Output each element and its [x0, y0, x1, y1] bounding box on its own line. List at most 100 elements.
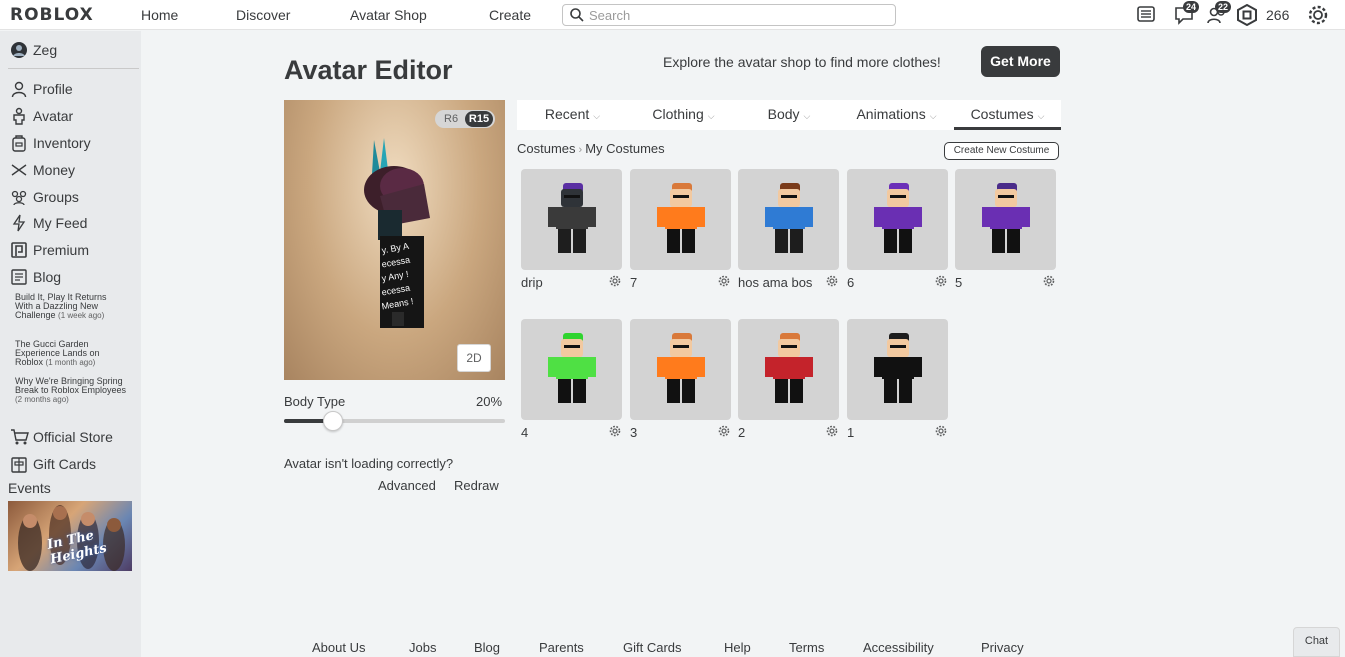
tab-label: Clothing [652, 106, 704, 122]
footer-privacy[interactable]: Privacy [981, 640, 1024, 655]
footer-help[interactable]: Help [724, 640, 751, 655]
footer-terms[interactable]: Terms [789, 640, 824, 655]
avatar-loading-help: Avatar isn't loading correctly? [284, 456, 454, 471]
chat-button[interactable]: Chat [1293, 627, 1340, 657]
sidebar-item-label: Avatar [33, 108, 74, 124]
redraw-link[interactable]: Redraw [454, 478, 499, 493]
costume-avatar-render [874, 183, 922, 253]
profile-icon [11, 81, 27, 98]
costume-settings-gear-icon[interactable] [718, 424, 730, 442]
blog-post-age: (2 months ago) [15, 395, 69, 404]
costume-settings-gear-icon[interactable] [609, 274, 621, 292]
costume-thumbnail[interactable] [630, 319, 731, 420]
blog-post-link[interactable]: Why We're Bringing Spring Break to Roblo… [15, 376, 127, 405]
groups-icon [11, 190, 27, 206]
blog-post-title: Why We're Bringing Spring Break to Roblo… [15, 376, 127, 395]
search-input[interactable] [589, 7, 889, 23]
tab-costumes[interactable]: Costumes ⌵ [954, 100, 1061, 130]
costume-name[interactable]: 2 [738, 424, 823, 441]
category-tabs: Recent ⌵ Clothing ⌵ Body ⌵ Animations ⌵ Cost… [517, 100, 1061, 130]
roblox-logo[interactable]: ROBLOX [10, 5, 94, 25]
costume-thumbnail[interactable] [738, 319, 839, 420]
costume-name[interactable]: 7 [630, 274, 715, 291]
sidebar-item-label: Premium [33, 242, 90, 258]
costume-thumbnail[interactable] [630, 169, 731, 270]
blog-post-age: (1 week ago) [58, 311, 105, 320]
costume-settings-gear-icon[interactable] [1043, 274, 1055, 292]
blog-post-age: (1 month ago) [45, 358, 96, 367]
breadcrumb: Costumes › My Costumes [517, 141, 665, 156]
costume-name[interactable]: hos ama bos [738, 274, 823, 291]
chevron-down-icon: ⌵ [803, 111, 811, 121]
advanced-link[interactable]: Advanced [378, 478, 436, 493]
username[interactable]: Zeg [33, 42, 57, 58]
costume-name[interactable]: 6 [847, 274, 932, 291]
settings-gear-icon[interactable] [1307, 4, 1329, 31]
costume-settings-gear-icon[interactable] [935, 424, 947, 442]
footer-blog[interactable]: Blog [474, 640, 500, 655]
chevron-down-icon: ⌵ [929, 111, 937, 121]
tab-recent[interactable]: Recent ⌵ [517, 100, 628, 130]
footer-accessibility[interactable]: Accessibility [863, 640, 934, 655]
search-icon [569, 7, 585, 28]
tab-body[interactable]: Body ⌵ [739, 100, 839, 130]
notifications-icon[interactable] [1136, 4, 1156, 29]
costume-name[interactable]: drip [521, 274, 606, 291]
rig-r15-option[interactable]: R15 [465, 111, 493, 127]
footer-about-us[interactable]: About Us [312, 640, 365, 655]
costume-thumbnail[interactable] [847, 169, 948, 270]
costume-thumbnail[interactable] [521, 169, 622, 270]
costume-name[interactable]: 4 [521, 424, 606, 441]
costume-settings-gear-icon[interactable] [609, 424, 621, 442]
costume-thumbnail[interactable] [847, 319, 948, 420]
robux-icon[interactable] [1237, 3, 1257, 31]
costume-avatar-render [548, 333, 596, 403]
costume-thumbnail[interactable] [955, 169, 1056, 270]
footer-gift-cards[interactable]: Gift Cards [623, 640, 682, 655]
costume-avatar-render [765, 183, 813, 253]
friends-icon[interactable]: 22 [1206, 1, 1232, 31]
costume-name[interactable]: 5 [955, 274, 1040, 291]
costume-settings-gear-icon[interactable] [826, 424, 838, 442]
robux-balance[interactable]: 266 [1266, 7, 1289, 23]
nav-home[interactable]: Home [141, 7, 178, 23]
footer-parents[interactable]: Parents [539, 640, 584, 655]
costume-avatar-render [657, 183, 705, 253]
nav-avatar-shop[interactable]: Avatar Shop [350, 7, 427, 23]
costume-thumbnail[interactable] [738, 169, 839, 270]
tab-animations[interactable]: Animations ⌵ [839, 100, 954, 130]
nav-create[interactable]: Create [489, 7, 531, 23]
sidebar-item-label: Profile [33, 81, 73, 97]
slider-thumb[interactable] [323, 411, 344, 431]
get-more-button[interactable]: Get More [981, 46, 1060, 77]
costume-name[interactable]: 3 [630, 424, 715, 441]
chevron-right-icon: › [578, 144, 583, 156]
costume-settings-gear-icon[interactable] [718, 274, 730, 292]
blog-icon [11, 269, 27, 285]
create-costume-button[interactable]: Create New Costume [944, 142, 1059, 160]
footer-jobs[interactable]: Jobs [409, 640, 436, 655]
costume-settings-gear-icon[interactable] [826, 274, 838, 292]
tab-clothing[interactable]: Clothing ⌵ [628, 100, 739, 130]
tab-label: Animations [856, 106, 926, 122]
rig-type-toggle[interactable]: R6 R15 [435, 110, 495, 128]
tab-label: Costumes [970, 106, 1034, 122]
sidebar-user[interactable]: Zeg [10, 41, 57, 62]
breadcrumb-root[interactable]: Costumes [517, 141, 576, 156]
costume-thumbnail[interactable] [521, 319, 622, 420]
blog-post-link[interactable]: Build It, Play It Returns With a Dazzlin… [15, 293, 127, 321]
blog-post-link[interactable]: The Gucci Garden Experience Lands on Rob… [15, 340, 127, 368]
search-box[interactable] [562, 4, 896, 26]
rig-r6-option[interactable]: R6 [444, 113, 458, 125]
toggle-2d-button[interactable]: 2D [457, 344, 491, 372]
avatar-icon [13, 107, 25, 125]
costume-name[interactable]: 1 [847, 424, 932, 441]
sidebar-item-label: Money [33, 162, 76, 178]
messages-icon[interactable]: 24 [1174, 1, 1200, 31]
body-type-slider[interactable] [284, 411, 505, 431]
costume-settings-gear-icon[interactable] [935, 274, 947, 292]
avatar-3d-render: y. By A ecessa y Any ! ecessa Means ! [364, 138, 430, 328]
avatar-preview[interactable]: y. By A ecessa y Any ! ecessa Means ! R6… [284, 100, 505, 380]
event-banner[interactable]: In The Heights [8, 501, 132, 571]
nav-discover[interactable]: Discover [236, 7, 290, 23]
